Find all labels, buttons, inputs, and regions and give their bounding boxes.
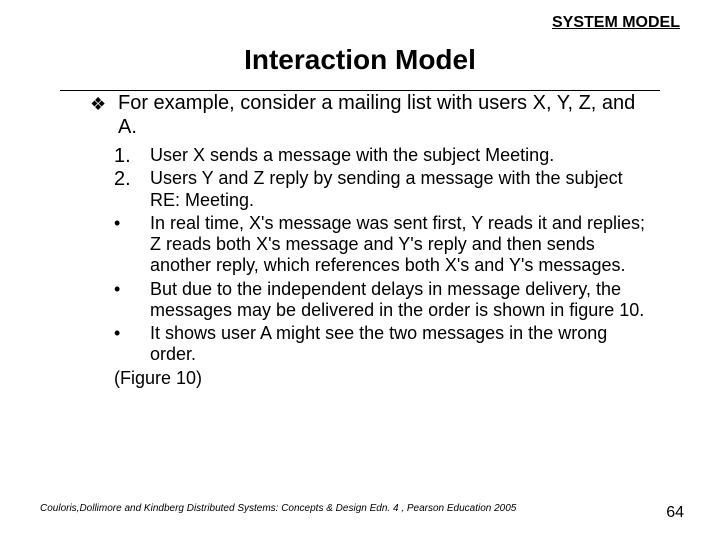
- figure-reference: (Figure 10): [90, 368, 650, 389]
- bullet-icon: •: [114, 323, 120, 344]
- title-underline: [60, 90, 660, 91]
- list-item: • In real time, X's message was sent fir…: [90, 213, 650, 277]
- list-text: It shows user A might see the two messag…: [150, 323, 607, 364]
- list-text: But due to the independent delays in mes…: [150, 279, 644, 320]
- bullet-icon: •: [114, 213, 120, 234]
- bullet-icon: •: [114, 279, 120, 300]
- diamond-icon: ❖: [90, 94, 106, 115]
- page-number: 64: [666, 504, 684, 522]
- lead-bullet: ❖ For example, consider a mailing list w…: [90, 92, 650, 139]
- slide-title: Interaction Model: [0, 44, 720, 76]
- section-header: SYSTEM MODEL: [552, 14, 680, 32]
- list-text: User X sends a message with the subject …: [150, 145, 554, 165]
- slide: SYSTEM MODEL Interaction Model ❖ For exa…: [0, 0, 720, 540]
- list-item: • It shows user A might see the two mess…: [90, 323, 650, 365]
- list-text: Users Y and Z reply by sending a message…: [150, 168, 623, 209]
- list-marker: 2.: [114, 168, 131, 192]
- list-item: 2. Users Y and Z reply by sending a mess…: [90, 168, 650, 210]
- list-item: • But due to the independent delays in m…: [90, 279, 650, 321]
- list-marker: 1.: [114, 145, 131, 169]
- lead-text: For example, consider a mailing list wit…: [118, 92, 635, 138]
- citation-footer: Couloris,Dollimore and Kindberg Distribu…: [40, 503, 516, 514]
- slide-body: ❖ For example, consider a mailing list w…: [90, 92, 650, 389]
- list-text: In real time, X's message was sent first…: [150, 213, 645, 275]
- list-item: 1. User X sends a message with the subje…: [90, 145, 650, 166]
